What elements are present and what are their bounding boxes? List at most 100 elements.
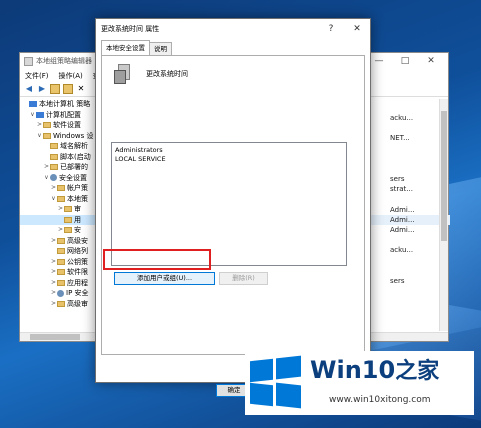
tree-item[interactable]: > IP 安全 xyxy=(20,288,96,299)
menu-action[interactable]: 操作(A) xyxy=(59,70,83,82)
dialog-titlebar[interactable]: 更改系统时间 属性 ? ✕ xyxy=(96,19,370,39)
expand-toggle-icon[interactable]: > xyxy=(50,267,57,278)
folder-up-icon[interactable] xyxy=(50,84,60,94)
list-item[interactable]: Administrators xyxy=(115,146,343,155)
expand-toggle-icon[interactable]: > xyxy=(50,257,57,268)
tree-item-label: 域名解析 xyxy=(60,142,88,150)
policy-list-item[interactable]: Admi... xyxy=(370,205,450,215)
folder-icon xyxy=(64,216,72,223)
expand-toggle-icon[interactable]: > xyxy=(57,225,64,236)
help-button[interactable]: ? xyxy=(318,19,344,39)
folder-icon xyxy=(64,206,72,213)
tree-item[interactable]: 本地计算机 策略 xyxy=(20,99,96,110)
dialog-close-button[interactable]: ✕ xyxy=(344,19,370,39)
expand-toggle-icon[interactable]: ∨ xyxy=(50,194,57,205)
policy-list-item[interactable]: strat... xyxy=(370,184,450,194)
policy-list-item[interactable]: sers xyxy=(370,174,450,184)
tree-item-label: 已部署的 xyxy=(60,163,88,171)
tree-item[interactable]: > 高级审 xyxy=(20,299,96,310)
tree-item[interactable]: 域名解析 xyxy=(20,141,96,152)
tree-item-label: 网络列 xyxy=(67,247,88,255)
policy-list-item[interactable]: NET... xyxy=(370,133,450,143)
tree-item[interactable]: > 高级安 xyxy=(20,236,96,247)
properties-dialog: 更改系统时间 属性 ? ✕ 本地安全设置 说明 更改系统时间 Administr… xyxy=(95,18,371,397)
computer-icon xyxy=(36,111,44,118)
scrollbar-thumb[interactable] xyxy=(30,334,80,340)
policy-list-item[interactable] xyxy=(370,256,450,266)
expand-toggle-icon[interactable]: > xyxy=(50,278,57,289)
policy-list-item[interactable]: acku... xyxy=(370,245,450,255)
tree-item[interactable]: 用 xyxy=(20,214,96,225)
expand-toggle-icon[interactable]: > xyxy=(50,236,57,247)
tab-panel: 更改系统时间 Administrators LOCAL SERVICE 添加用户… xyxy=(101,55,365,397)
folder-icon xyxy=(57,185,65,192)
expand-toggle-icon[interactable]: > xyxy=(43,162,50,173)
policy-list-item[interactable] xyxy=(370,266,450,276)
policy-list: acku... NET... sers strat... Admi... Admi... A… xyxy=(370,113,450,286)
expand-toggle-icon[interactable]: ∨ xyxy=(36,131,43,142)
tab-explain[interactable]: 说明 xyxy=(149,42,172,55)
expand-toggle-icon[interactable]: > xyxy=(50,299,57,310)
tree-item-label: 软件限 xyxy=(67,268,88,276)
tree-item[interactable]: ∨ 计算机配置 xyxy=(20,110,96,121)
folder-icon xyxy=(57,269,65,276)
watermark: Win10之家 www.win10xitong.com xyxy=(245,351,474,415)
expand-toggle-icon[interactable]: > xyxy=(36,120,43,131)
expand-toggle-icon[interactable]: ∨ xyxy=(29,110,36,121)
tree-item-label: 应用程 xyxy=(67,278,88,287)
expand-toggle-icon[interactable]: > xyxy=(57,204,64,215)
watermark-url: www.win10xitong.com xyxy=(329,395,431,405)
policy-list-item[interactable]: sers xyxy=(370,276,450,286)
policy-list-item[interactable]: Admi... xyxy=(370,225,450,235)
policy-list-item[interactable] xyxy=(370,164,450,174)
accounts-listbox[interactable]: Administrators LOCAL SERVICE xyxy=(111,142,347,266)
tree-item-label: 本地计算机 策略 xyxy=(39,100,91,108)
policy-list-item[interactable] xyxy=(370,195,450,205)
tree-item[interactable]: > 应用程 xyxy=(20,278,96,289)
policy-computer-icon xyxy=(114,64,134,86)
show-tree-icon[interactable] xyxy=(63,84,73,94)
policy-list-item[interactable]: Admi... xyxy=(370,214,450,226)
tree-item[interactable]: > 公钥策 xyxy=(20,257,96,268)
expand-toggle-icon[interactable]: > xyxy=(50,288,57,299)
policy-list-item[interactable] xyxy=(370,235,450,245)
folder-icon xyxy=(43,132,51,139)
dialog-title: 更改系统时间 属性 xyxy=(101,25,160,33)
tree-item[interactable]: ∨ 安全设置 xyxy=(20,173,96,184)
tree-item[interactable]: > 安 xyxy=(20,225,96,236)
close-button[interactable]: ✕ xyxy=(418,53,444,70)
policy-list-item[interactable] xyxy=(370,144,450,154)
folder-icon xyxy=(57,195,65,202)
tree-item[interactable]: 脚本(启动 xyxy=(20,152,96,163)
tab-local-security-setting[interactable]: 本地安全设置 xyxy=(101,40,150,55)
list-item[interactable]: LOCAL SERVICE xyxy=(115,155,343,164)
folder-icon xyxy=(64,227,72,234)
folder-icon xyxy=(50,143,58,150)
forward-arrow-icon[interactable]: ▶ xyxy=(37,84,47,94)
computer-icon xyxy=(29,101,37,108)
maximize-button[interactable]: □ xyxy=(392,53,418,70)
policy-list-item[interactable] xyxy=(370,123,450,133)
vertical-scrollbar[interactable] xyxy=(439,99,448,331)
back-arrow-icon[interactable]: ◀ xyxy=(24,84,34,94)
policy-list-item[interactable]: acku... xyxy=(370,113,450,123)
tree-item[interactable]: 网络列 xyxy=(20,246,96,257)
expand-toggle-icon[interactable]: ∨ xyxy=(43,173,50,184)
tree-item[interactable]: > 软件限 xyxy=(20,267,96,278)
add-user-or-group-button[interactable]: 添加用户或组(U)... xyxy=(114,272,215,285)
tree-item[interactable]: > 已部署的 xyxy=(20,162,96,173)
folder-icon xyxy=(57,258,65,265)
tree-item-label: IP 安全 xyxy=(66,289,89,297)
tree-item[interactable]: > 审 xyxy=(20,204,96,215)
expand-toggle-icon[interactable]: > xyxy=(50,183,57,194)
tree-item-label: 安全设置 xyxy=(59,173,87,182)
tree-item[interactable]: ∨ Windows 设 xyxy=(20,131,96,142)
remove-button[interactable]: 删除(R) xyxy=(219,272,268,285)
tree-item[interactable]: > 软件设置 xyxy=(20,120,96,131)
policy-list-item[interactable] xyxy=(370,154,450,164)
scrollbar-thumb[interactable] xyxy=(441,111,447,241)
delete-icon[interactable]: ✕ xyxy=(76,84,86,94)
tree-item[interactable]: ∨ 本地策 xyxy=(20,194,96,205)
tree-item[interactable]: > 帐户策 xyxy=(20,183,96,194)
menu-file[interactable]: 文件(F) xyxy=(25,70,49,82)
